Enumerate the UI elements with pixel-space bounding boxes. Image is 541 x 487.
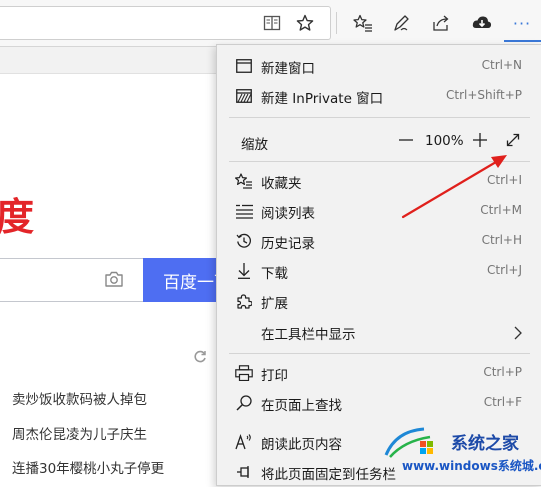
share-icon[interactable]	[429, 11, 453, 35]
reading-view-icon[interactable]	[260, 11, 284, 35]
menu-item-extensions[interactable]: 扩展	[217, 286, 541, 316]
favorites-list-icon[interactable]	[351, 11, 375, 35]
menu-item-label: 阅读列表	[261, 206, 315, 222]
watermark: 系统之家 www.windows系统城.com	[378, 423, 541, 479]
watermark-title: 系统之家	[451, 434, 519, 454]
refresh-icon[interactable]	[193, 350, 207, 368]
more-icon[interactable]: ···	[510, 11, 534, 35]
reading-list-icon	[235, 202, 253, 220]
menu-item-label: 打印	[261, 368, 288, 384]
inprivate-window-icon	[235, 87, 253, 105]
browser-toolbar: ···	[0, 0, 541, 47]
printer-icon	[235, 364, 253, 382]
menu-item-shortcut: Ctrl+J	[487, 263, 522, 277]
zoom-label: 缩放	[241, 137, 268, 153]
menu-divider	[229, 161, 530, 162]
menu-item-new-window[interactable]: 新建窗口 Ctrl+N	[217, 51, 541, 81]
menu-item-history[interactable]: 历史记录 Ctrl+H	[217, 226, 541, 256]
menu-item-shortcut: Ctrl+H	[481, 233, 522, 247]
watermark-logo-icon	[384, 427, 433, 458]
menu-item-label: 朗读此页内容	[261, 437, 342, 453]
zoom-in-button[interactable]	[469, 127, 491, 153]
menu-item-reading-list[interactable]: 阅读列表 Ctrl+M	[217, 196, 541, 226]
zoom-level: 100%	[425, 133, 464, 149]
fullscreen-icon[interactable]	[503, 130, 523, 150]
history-icon	[235, 232, 253, 250]
chevron-right-icon	[514, 325, 522, 344]
news-item[interactable]: 连播30年樱桃小丸子停更	[12, 457, 164, 477]
new-window-icon	[235, 57, 253, 75]
pin-icon	[235, 463, 253, 481]
menu-item-label: 在工具栏中显示	[261, 327, 356, 343]
zoom-out-button[interactable]	[395, 127, 417, 153]
menu-item-new-inprivate[interactable]: 新建 InPrivate 窗口 Ctrl+Shift+P	[217, 81, 541, 111]
download-icon[interactable]	[470, 11, 494, 35]
download-arrow-icon	[235, 262, 253, 280]
menu-item-favorites[interactable]: 收藏夹 Ctrl+I	[217, 166, 541, 196]
puzzle-icon	[235, 292, 253, 310]
favorites-icon	[235, 172, 253, 190]
search-icon	[235, 394, 253, 412]
menu-item-print[interactable]: 打印 Ctrl+P	[217, 358, 541, 388]
settings-menu: 新建窗口 Ctrl+N 新建 InPrivate 窗口 Ctrl+Shift+P…	[216, 44, 541, 486]
menu-item-downloads[interactable]: 下载 Ctrl+J	[217, 256, 541, 286]
menu-item-show-in-toolbar[interactable]: 在工具栏中显示	[217, 317, 541, 347]
pen-icon[interactable]	[389, 11, 413, 35]
camera-icon[interactable]	[104, 270, 124, 290]
read-aloud-icon	[235, 433, 253, 451]
menu-item-label: 新建 InPrivate 窗口	[261, 91, 384, 107]
baidu-logo-fragment: 度	[0, 195, 35, 239]
toolbar-separator	[336, 12, 337, 34]
menu-item-label: 历史记录	[261, 236, 315, 252]
menu-item-label: 下载	[261, 266, 288, 282]
news-item[interactable]: 周杰伦昆凌为儿子庆生	[12, 423, 147, 443]
menu-item-shortcut: Ctrl+P	[483, 365, 522, 379]
menu-item-label: 将此页面固定到任务栏	[261, 467, 396, 483]
watermark-site: www.windows系统城.com	[402, 459, 541, 473]
menu-item-label: 扩展	[261, 296, 288, 312]
menu-item-shortcut: Ctrl+F	[483, 395, 522, 409]
news-item[interactable]: 卖炒饭收款码被人掉包	[12, 388, 147, 408]
menu-item-shortcut: Ctrl+N	[481, 58, 522, 72]
menu-divider	[229, 117, 530, 118]
menu-divider	[229, 353, 530, 354]
menu-item-shortcut: Ctrl+Shift+P	[446, 88, 522, 102]
more-button-active-indicator	[504, 40, 541, 42]
menu-item-find-on-page[interactable]: 在页面上查找 Ctrl+F	[217, 388, 541, 418]
menu-item-shortcut: Ctrl+M	[480, 203, 522, 217]
menu-item-shortcut: Ctrl+I	[487, 173, 522, 187]
menu-item-label: 在页面上查找	[261, 398, 342, 414]
menu-item-label: 新建窗口	[261, 61, 315, 77]
favorite-star-icon[interactable]	[293, 11, 317, 35]
menu-item-label: 收藏夹	[261, 176, 302, 192]
